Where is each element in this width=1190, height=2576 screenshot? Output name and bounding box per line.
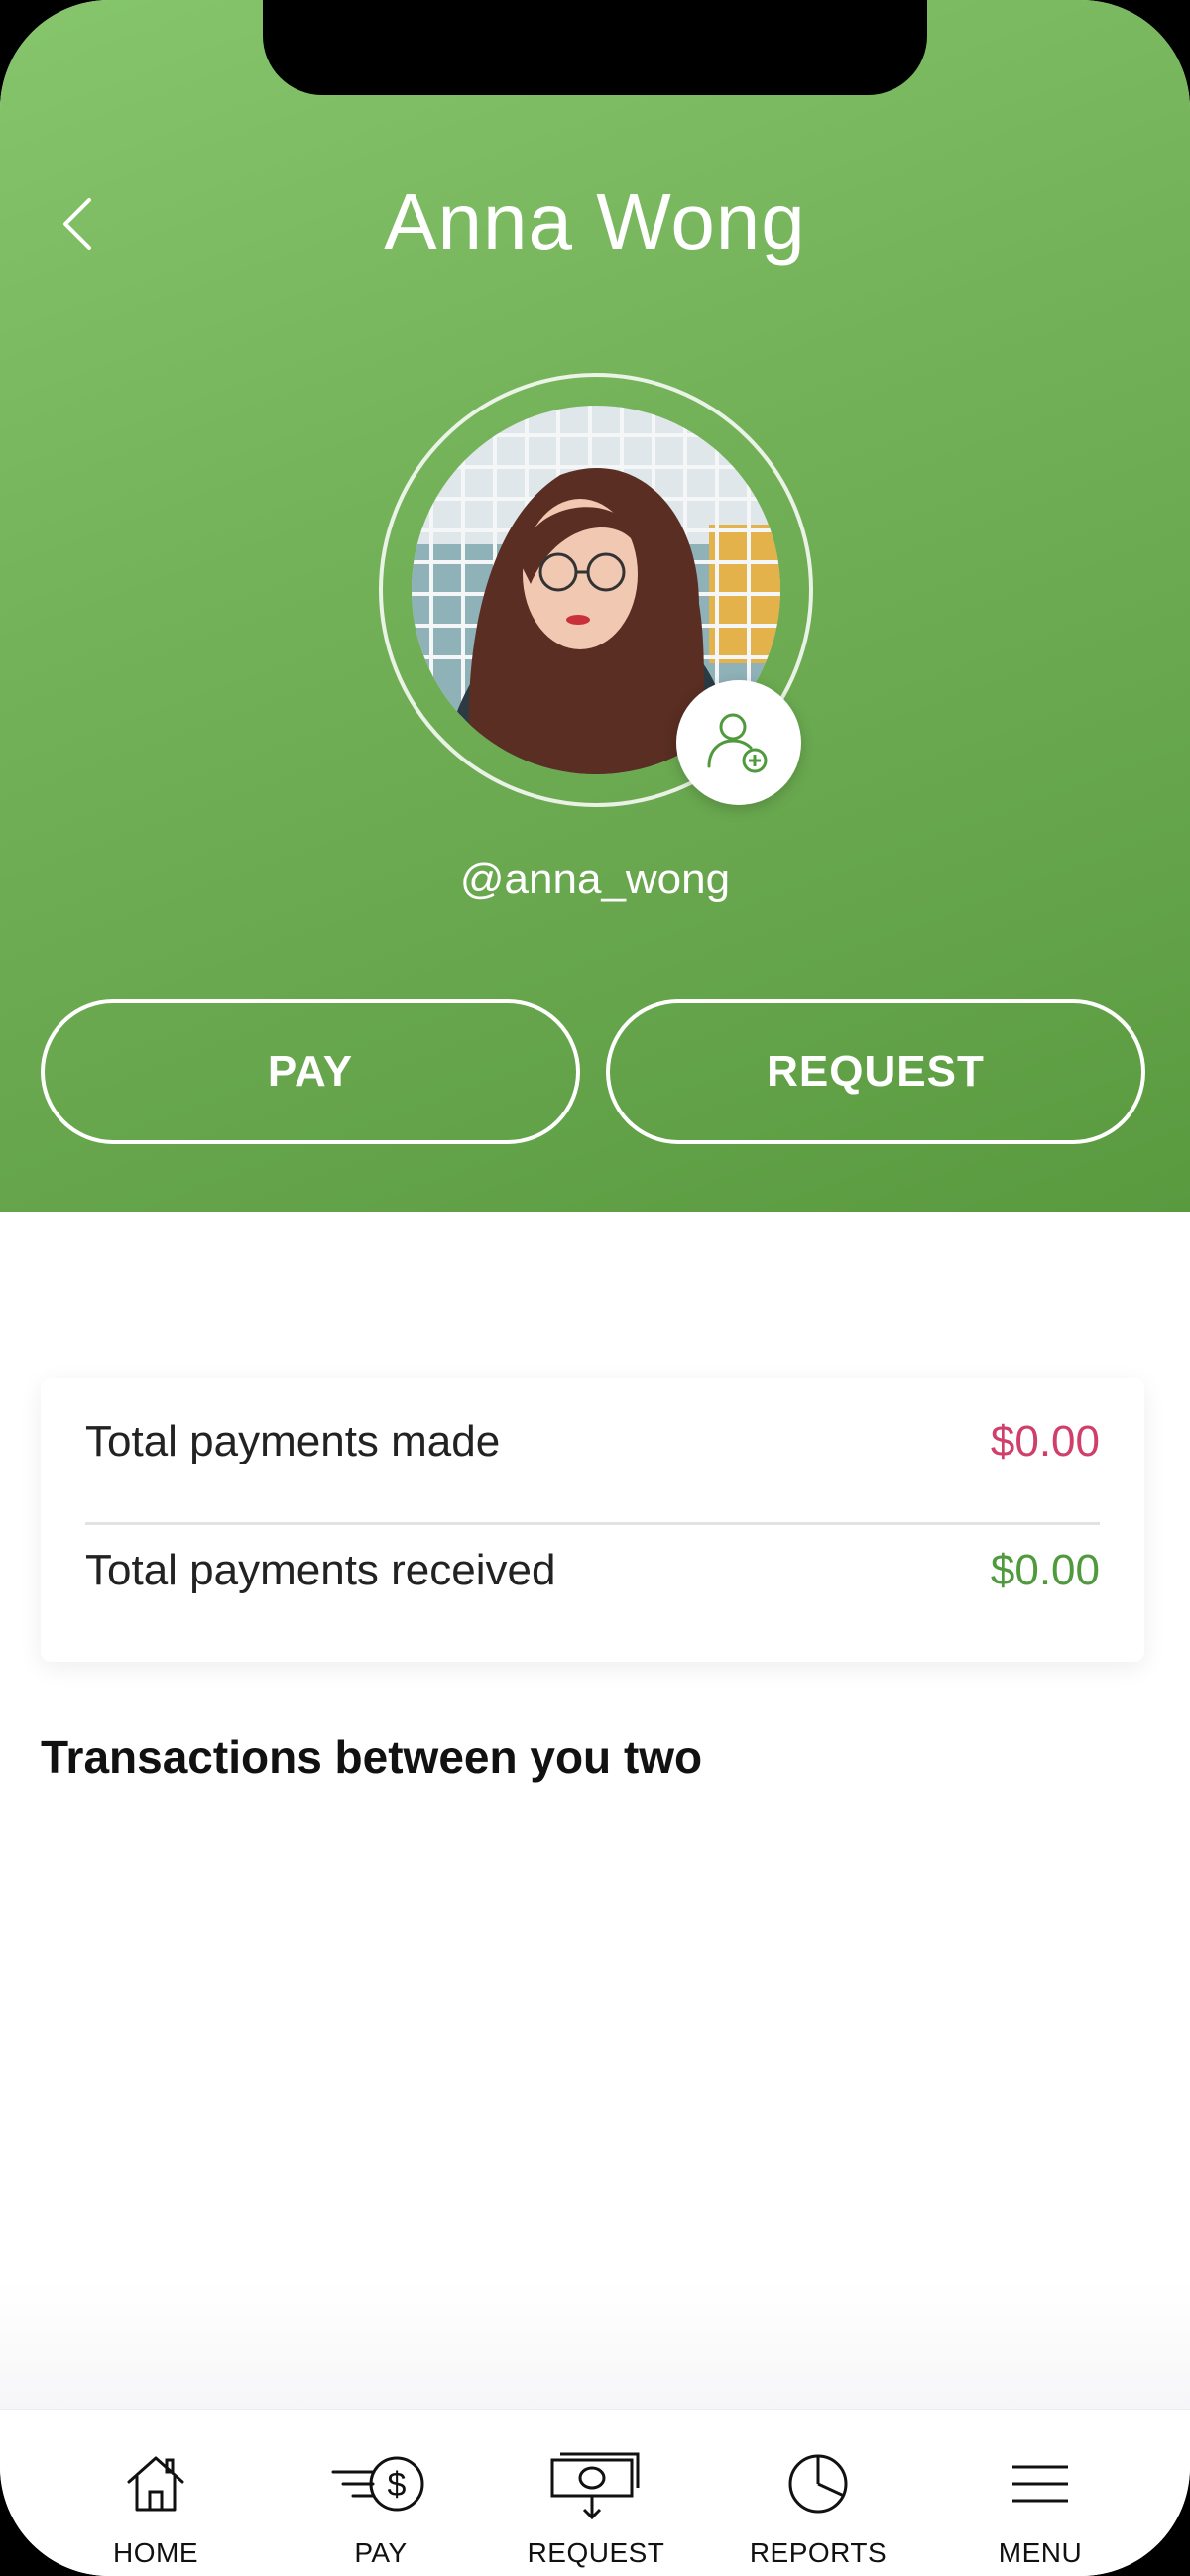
- svg-text:$: $: [388, 2466, 407, 2504]
- payments-made-amount: $0.00: [990, 1417, 1100, 1465]
- nav-home[interactable]: HOME: [47, 2410, 265, 2576]
- home-icon: [127, 2456, 184, 2512]
- add-friend-button[interactable]: [676, 680, 801, 805]
- nav-menu[interactable]: MENU: [931, 2410, 1149, 2576]
- nav-pay[interactable]: $ PAY: [272, 2410, 490, 2576]
- payments-made-label: Total payments made: [85, 1417, 501, 1465]
- app-screen: Anna Wong @anna_wong PAY REQUEST Total p…: [0, 0, 1190, 2576]
- nav-reports-label: REPORTS: [749, 2537, 888, 2568]
- summary-row-received: Total payments received $0.00: [85, 1507, 1100, 1634]
- reports-icon: [788, 2454, 848, 2514]
- nav-home-label: HOME: [113, 2537, 198, 2568]
- menu-icon: [1012, 2465, 1068, 2503]
- request-button[interactable]: REQUEST: [606, 999, 1145, 1144]
- user-handle: @anna_wong: [459, 855, 731, 903]
- payment-summary-card: Total payments made $0.00 Total payments…: [41, 1378, 1144, 1662]
- nav-reports[interactable]: REPORTS: [709, 2410, 927, 2576]
- bottom-nav: HOME $ PAY REQUEST REPORTS MENU: [0, 2409, 1190, 2576]
- nav-menu-label: MENU: [998, 2537, 1083, 2568]
- nav-pay-label: PAY: [354, 2537, 408, 2568]
- nav-request[interactable]: REQUEST: [487, 2410, 705, 2576]
- transactions-heading: Transactions between you two: [41, 1731, 703, 1783]
- summary-row-made: Total payments made $0.00: [85, 1378, 1100, 1505]
- pay-button[interactable]: PAY: [41, 999, 580, 1144]
- device-notch: [263, 0, 927, 95]
- profile-header: Anna Wong @anna_wong PAY REQUEST: [0, 0, 1190, 1212]
- nav-request-label: REQUEST: [527, 2537, 665, 2568]
- page-title: Anna Wong: [384, 177, 806, 266]
- request-icon: [550, 2452, 640, 2520]
- payments-received-amount: $0.00: [990, 1546, 1100, 1594]
- bottom-fade: [0, 2281, 1190, 2411]
- add-user-icon: [707, 713, 768, 773]
- pay-icon: $: [331, 2456, 424, 2512]
- payments-received-label: Total payments received: [85, 1546, 556, 1594]
